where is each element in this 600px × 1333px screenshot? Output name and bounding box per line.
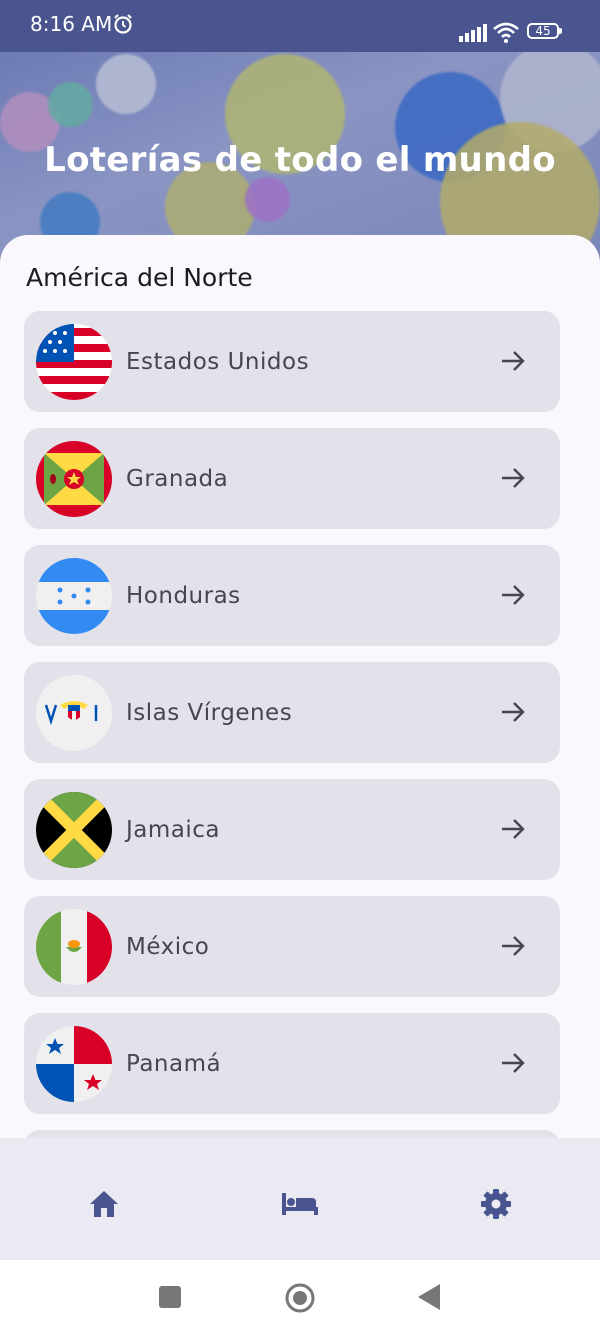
arrow-right-icon[interactable] bbox=[500, 699, 526, 730]
alarm-icon bbox=[112, 13, 134, 40]
home-icon bbox=[90, 1191, 118, 1217]
content-sheet: América del Norte Estados Unidos Granada… bbox=[0, 235, 600, 1140]
country-card-mexico[interactable]: México bbox=[24, 896, 560, 997]
recents-button[interactable] bbox=[159, 1286, 181, 1313]
usa-flag-icon bbox=[36, 323, 112, 400]
country-card-estados-unidos[interactable]: Estados Unidos bbox=[24, 311, 560, 412]
country-card-granada[interactable]: Granada bbox=[24, 428, 560, 529]
arrow-right-icon[interactable] bbox=[500, 816, 526, 847]
country-name: Islas Vírgenes bbox=[126, 699, 293, 726]
country-card-panama[interactable]: Panamá bbox=[24, 1013, 560, 1114]
country-card-jamaica[interactable]: Jamaica bbox=[24, 779, 560, 880]
honduras-flag-icon bbox=[36, 557, 112, 634]
system-navigation-bar bbox=[0, 1260, 600, 1333]
nav-bed[interactable] bbox=[270, 1184, 330, 1224]
arrow-right-icon[interactable] bbox=[500, 933, 526, 964]
wifi-icon bbox=[492, 21, 520, 48]
arrow-right-icon[interactable] bbox=[500, 348, 526, 379]
nav-settings[interactable] bbox=[466, 1184, 526, 1224]
status-time: 8:16 AM bbox=[30, 12, 113, 36]
app-screen: 8:16 AM 45 Loterías de todo el mundo Amé… bbox=[0, 0, 600, 1333]
nav-home[interactable] bbox=[74, 1184, 134, 1224]
country-name: Estados Unidos bbox=[126, 348, 310, 375]
country-list: Estados Unidos Granada Honduras Islas Ví… bbox=[24, 311, 560, 1140]
country-name: Granada bbox=[126, 465, 229, 492]
country-name: Jamaica bbox=[126, 816, 221, 843]
arrow-right-icon[interactable] bbox=[500, 582, 526, 613]
home-button[interactable] bbox=[284, 1282, 316, 1319]
arrow-right-icon[interactable] bbox=[500, 1050, 526, 1081]
arrow-right-icon[interactable] bbox=[500, 465, 526, 496]
page-title: Loterías de todo el mundo bbox=[44, 140, 556, 180]
country-name: México bbox=[126, 933, 210, 960]
section-title: América del Norte bbox=[26, 263, 253, 292]
jamaica-flag-icon bbox=[36, 791, 112, 868]
back-button[interactable] bbox=[418, 1284, 440, 1315]
country-card-islas-virgenes[interactable]: Islas Vírgenes bbox=[24, 662, 560, 763]
country-name: Panamá bbox=[126, 1050, 222, 1077]
battery-icon: 45 bbox=[527, 23, 562, 39]
bed-icon bbox=[282, 1193, 318, 1215]
settings-icon bbox=[481, 1189, 511, 1219]
signal-icon bbox=[459, 24, 487, 47]
grenada-flag-icon bbox=[36, 440, 112, 517]
status-bar: 8:16 AM 45 bbox=[0, 0, 600, 52]
country-card-honduras[interactable]: Honduras bbox=[24, 545, 560, 646]
bottom-navigation bbox=[0, 1138, 600, 1260]
mexico-flag-icon bbox=[36, 908, 112, 985]
country-name: Honduras bbox=[126, 582, 241, 609]
virgin-islands-flag-icon bbox=[36, 674, 112, 751]
panama-flag-icon bbox=[36, 1025, 112, 1102]
